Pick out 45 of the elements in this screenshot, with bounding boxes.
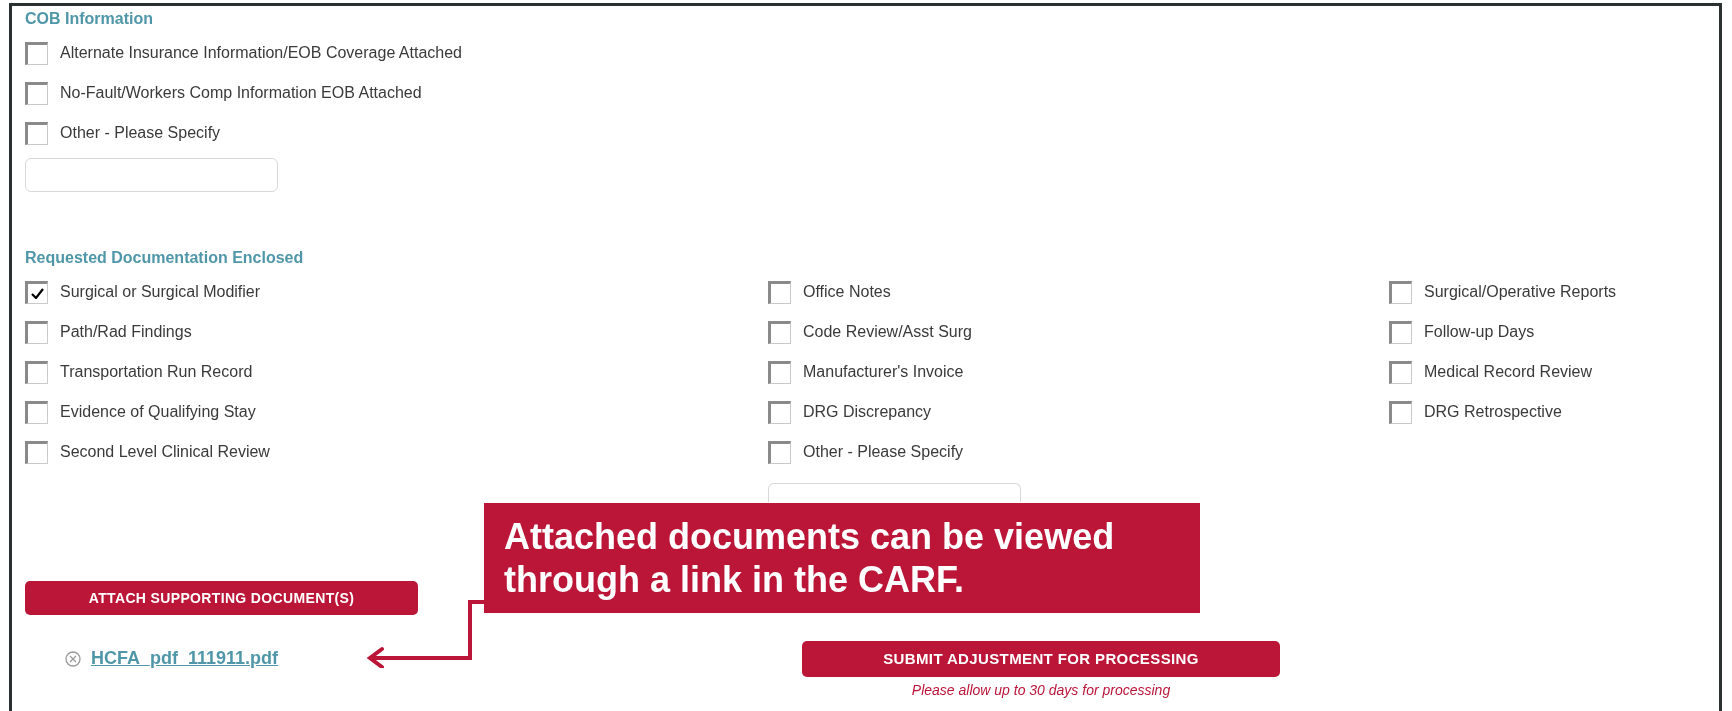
checkbox[interactable]: [25, 280, 48, 304]
checkbox-label: Other - Please Specify: [803, 442, 964, 462]
checkbox[interactable]: [1389, 400, 1412, 424]
checkbox-label: Alternate Insurance Information/EOB Coverage Attached: [60, 43, 462, 63]
section-heading: Requested Documentation Enclosed: [25, 249, 305, 267]
checkbox[interactable]: [25, 41, 48, 65]
checkmark-icon: [31, 287, 44, 299]
checkbox-label: DRG Discrepancy: [803, 402, 932, 422]
checkbox[interactable]: [768, 440, 791, 464]
checkbox-label: Other - Please Specify: [60, 123, 221, 143]
checkbox-label: Surgical/Operative Reports: [1424, 282, 1617, 302]
checkbox[interactable]: [768, 360, 791, 384]
remove-icon[interactable]: [65, 650, 81, 667]
checkbox[interactable]: [25, 121, 48, 145]
checkbox[interactable]: [1389, 280, 1412, 304]
checkbox[interactable]: [768, 400, 791, 424]
checkbox-label: Second Level Clinical Review: [60, 442, 270, 462]
input-field[interactable]: [768, 483, 1021, 502]
checkbox[interactable]: [1389, 360, 1412, 384]
checkbox[interactable]: [25, 81, 48, 105]
submit-note: Please allow up to 30 days for processing: [911, 681, 1171, 700]
checkbox[interactable]: [768, 280, 791, 304]
input-field[interactable]: [25, 158, 278, 192]
checkbox-label: Medical Record Review: [1424, 362, 1593, 382]
checkbox[interactable]: [1389, 320, 1412, 344]
checkbox-label: Follow-up Days: [1424, 322, 1535, 342]
checkbox-label: Transportation Run Record: [60, 362, 253, 382]
checkbox-label: Code Review/Asst Surg: [803, 322, 972, 342]
checkbox-label: Office Notes: [803, 282, 891, 302]
checkbox[interactable]: [25, 400, 48, 424]
section-heading: COB Information: [25, 10, 154, 28]
callout-box: Attached documents can be viewed through a link in the CARF.: [484, 503, 1200, 613]
checkbox-label: No-Fault/Workers Comp Information EOB Attached: [60, 83, 422, 103]
checkbox[interactable]: [25, 360, 48, 384]
attach-button[interactable]: ATTACH SUPPORTING DOCUMENT(S): [25, 581, 418, 615]
checkbox[interactable]: [25, 440, 48, 464]
checkbox[interactable]: [25, 320, 48, 344]
submit-button[interactable]: SUBMIT ADJUSTMENT FOR PROCESSING: [802, 641, 1280, 677]
checkbox-label: Path/Rad Findings: [60, 322, 192, 342]
checkbox[interactable]: [768, 320, 791, 344]
checkbox-label: Evidence of Qualifying Stay: [60, 402, 256, 422]
checkbox-label: DRG Retrospective: [1424, 402, 1562, 422]
checkbox-label: Manufacturer's Invoice: [803, 362, 964, 382]
attachment-link[interactable]: HCFA_pdf_111911.pdf: [91, 645, 279, 672]
checkbox-label: Surgical or Surgical Modifier: [60, 282, 261, 302]
